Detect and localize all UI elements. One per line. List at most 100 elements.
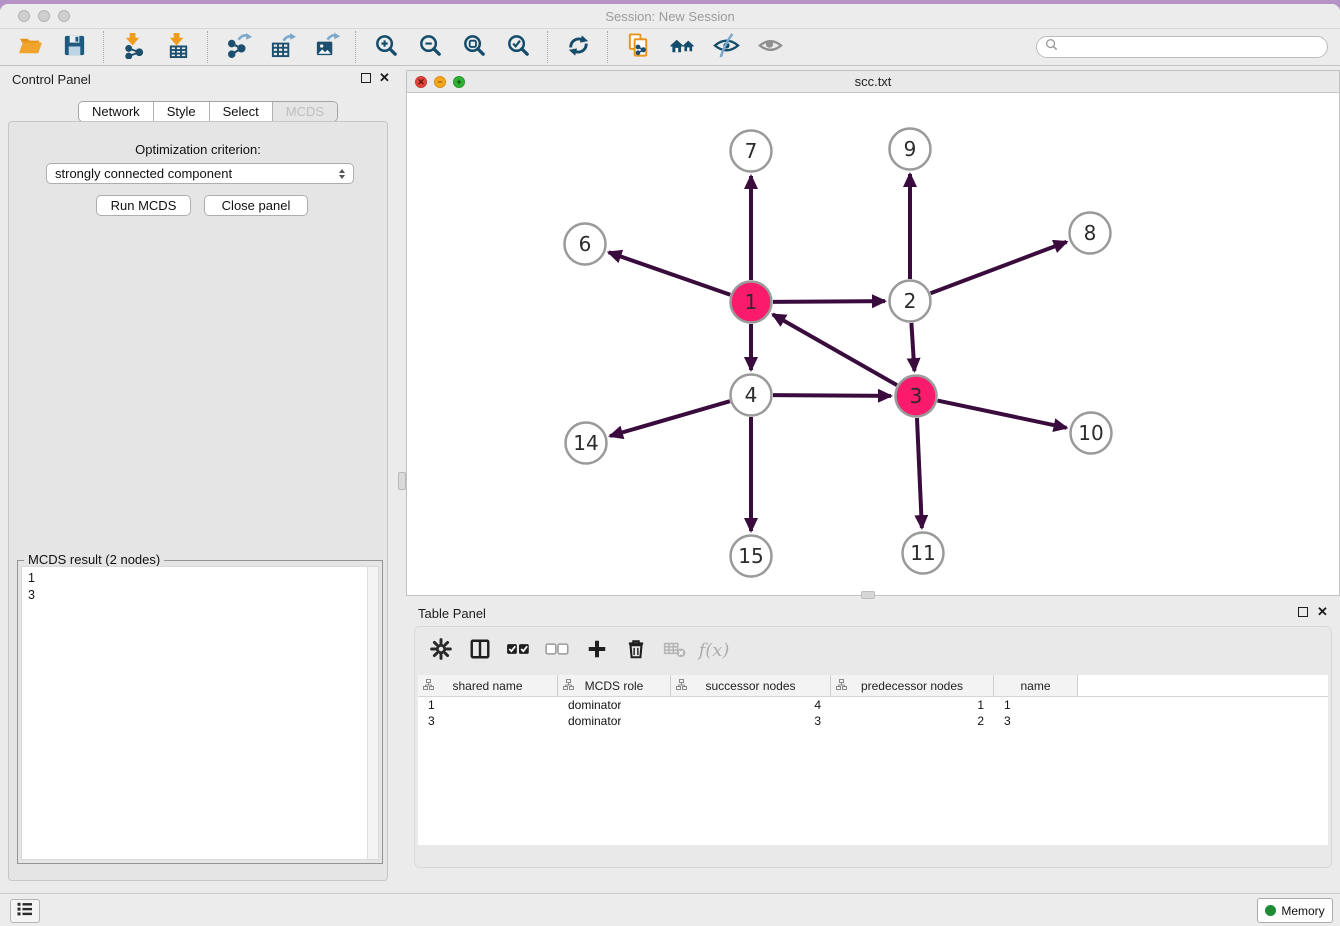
- svg-text:14: 14: [573, 431, 598, 455]
- graph-edge-4-14[interactable]: [610, 401, 730, 436]
- traffic-lights: [18, 10, 70, 22]
- graph-node-10[interactable]: 10: [1071, 413, 1112, 454]
- search-input[interactable]: [1063, 39, 1319, 56]
- first-neighbors-button[interactable]: [665, 31, 699, 63]
- graph-node-11[interactable]: 11: [903, 533, 944, 574]
- network-minimize-button[interactable]: −: [434, 76, 446, 88]
- minimize-window-button[interactable]: [38, 10, 50, 22]
- column-header-MCDS-role[interactable]: MCDS role: [558, 675, 671, 696]
- table-row[interactable]: 1dominator411: [418, 697, 1328, 713]
- graph-node-3[interactable]: 3: [896, 376, 937, 417]
- svg-text:9: 9: [904, 137, 917, 161]
- export-table-button[interactable]: [265, 31, 299, 63]
- function-builder-button[interactable]: f(x): [702, 638, 726, 662]
- graph-edge-2-8[interactable]: [931, 242, 1067, 293]
- mcds-result-area[interactable]: 1 3: [21, 566, 379, 860]
- graph-node-15[interactable]: 15: [731, 536, 772, 577]
- import-network-button[interactable]: [117, 31, 151, 63]
- mcds-panel: Optimization criterion: strongly connect…: [8, 121, 388, 881]
- table-cell: 3: [994, 714, 1078, 728]
- graph-edge-3-1[interactable]: [773, 314, 897, 385]
- zoom-fit-button[interactable]: [457, 31, 491, 63]
- table-cell: 4: [671, 698, 831, 712]
- graph-node-7[interactable]: 7: [731, 131, 772, 172]
- graph-edge-4-3[interactable]: [773, 395, 891, 396]
- column-type-icon: [676, 679, 687, 694]
- graph-node-1[interactable]: 1: [731, 282, 772, 323]
- zoom-in-icon: [373, 32, 400, 62]
- graph-edge-3-11[interactable]: [917, 418, 922, 528]
- task-history-button[interactable]: [10, 899, 40, 923]
- svg-text:3: 3: [910, 384, 923, 408]
- delete-columns-button[interactable]: [624, 638, 648, 662]
- optimization-dropdown[interactable]: strongly connected component: [46, 163, 354, 184]
- table-panel-header: Table Panel ✕: [406, 600, 1340, 626]
- eye-icon: [757, 32, 784, 62]
- graph-edge-3-10[interactable]: [938, 401, 1067, 428]
- float-table-panel-icon[interactable]: [1298, 607, 1308, 617]
- show-all-button[interactable]: [753, 31, 787, 63]
- export-network-button[interactable]: [221, 31, 255, 63]
- zoom-selected-button[interactable]: [501, 31, 535, 63]
- graph-node-2[interactable]: 2: [890, 281, 931, 322]
- gear-icon: [430, 638, 452, 663]
- table-cell: 2: [831, 714, 994, 728]
- open-session-button[interactable]: [13, 31, 47, 63]
- svg-text:11: 11: [910, 541, 935, 565]
- memory-button[interactable]: Memory: [1257, 898, 1333, 923]
- close-panel-icon[interactable]: ✕: [379, 71, 390, 85]
- houses-icon: [669, 32, 696, 62]
- column-header-predecessor-nodes[interactable]: predecessor nodes: [831, 675, 994, 696]
- checked-boxes-icon: [506, 638, 532, 663]
- hide-selected-button[interactable]: [709, 31, 743, 63]
- list-icon: [15, 900, 35, 923]
- unselect-all-columns-button[interactable]: [546, 638, 570, 662]
- zoom-selected-icon: [505, 32, 532, 62]
- tab-network[interactable]: Network: [79, 102, 153, 121]
- horizontal-splitter-handle[interactable]: [861, 591, 875, 599]
- tab-style[interactable]: Style: [153, 102, 209, 121]
- import-table-button[interactable]: [161, 31, 195, 63]
- network-view-title: scc.txt: [407, 74, 1339, 89]
- float-panel-icon[interactable]: [361, 73, 371, 83]
- close-table-panel-icon[interactable]: ✕: [1317, 605, 1328, 619]
- toolbar-separator: [547, 31, 549, 63]
- show-column-panel-button[interactable]: [468, 638, 492, 662]
- network-view-titlebar: ✕ − + scc.txt: [407, 71, 1339, 93]
- graph-node-8[interactable]: 8: [1070, 213, 1111, 254]
- export-image-button[interactable]: [309, 31, 343, 63]
- zoom-window-button[interactable]: [58, 10, 70, 22]
- network-close-button[interactable]: ✕: [415, 76, 427, 88]
- attribute-settings-button[interactable]: [429, 638, 453, 662]
- zoom-fit-icon: [461, 32, 488, 62]
- clone-network-icon: [625, 32, 652, 62]
- graph-node-4[interactable]: 4: [731, 375, 772, 416]
- zoom-out-button[interactable]: [413, 31, 447, 63]
- graph-node-6[interactable]: 6: [565, 224, 606, 265]
- network-zoom-button[interactable]: +: [453, 76, 465, 88]
- result-scrollbar[interactable]: [367, 567, 378, 859]
- create-column-button[interactable]: [585, 638, 609, 662]
- table-row[interactable]: 3dominator323: [418, 713, 1328, 729]
- graph-edge-2-3[interactable]: [911, 323, 914, 371]
- graph-node-14[interactable]: 14: [566, 423, 607, 464]
- column-header-successor-nodes[interactable]: successor nodes: [671, 675, 831, 696]
- apply-layout-button[interactable]: [561, 31, 595, 63]
- close-panel-button[interactable]: Close panel: [204, 195, 308, 216]
- delete-table-button[interactable]: [663, 638, 687, 662]
- graph-node-9[interactable]: 9: [890, 129, 931, 170]
- vertical-splitter-handle[interactable]: [398, 472, 406, 490]
- tab-select[interactable]: Select: [209, 102, 272, 121]
- graph-edge-1-2[interactable]: [773, 301, 885, 302]
- close-window-button[interactable]: [18, 10, 30, 22]
- column-header-shared-name[interactable]: shared name: [418, 675, 558, 696]
- graph-edge-1-6[interactable]: [609, 252, 731, 294]
- tab-mcds[interactable]: MCDS: [272, 102, 337, 121]
- save-session-button[interactable]: [57, 31, 91, 63]
- clone-network-button[interactable]: [621, 31, 655, 63]
- run-mcds-button[interactable]: Run MCDS: [96, 195, 191, 216]
- column-header-name[interactable]: name: [994, 675, 1078, 696]
- select-all-columns-button[interactable]: [507, 638, 531, 662]
- zoom-in-button[interactable]: [369, 31, 403, 63]
- network-canvas[interactable]: 7 9 6 8 1 2 4 3 14 10 15 11: [407, 93, 1339, 595]
